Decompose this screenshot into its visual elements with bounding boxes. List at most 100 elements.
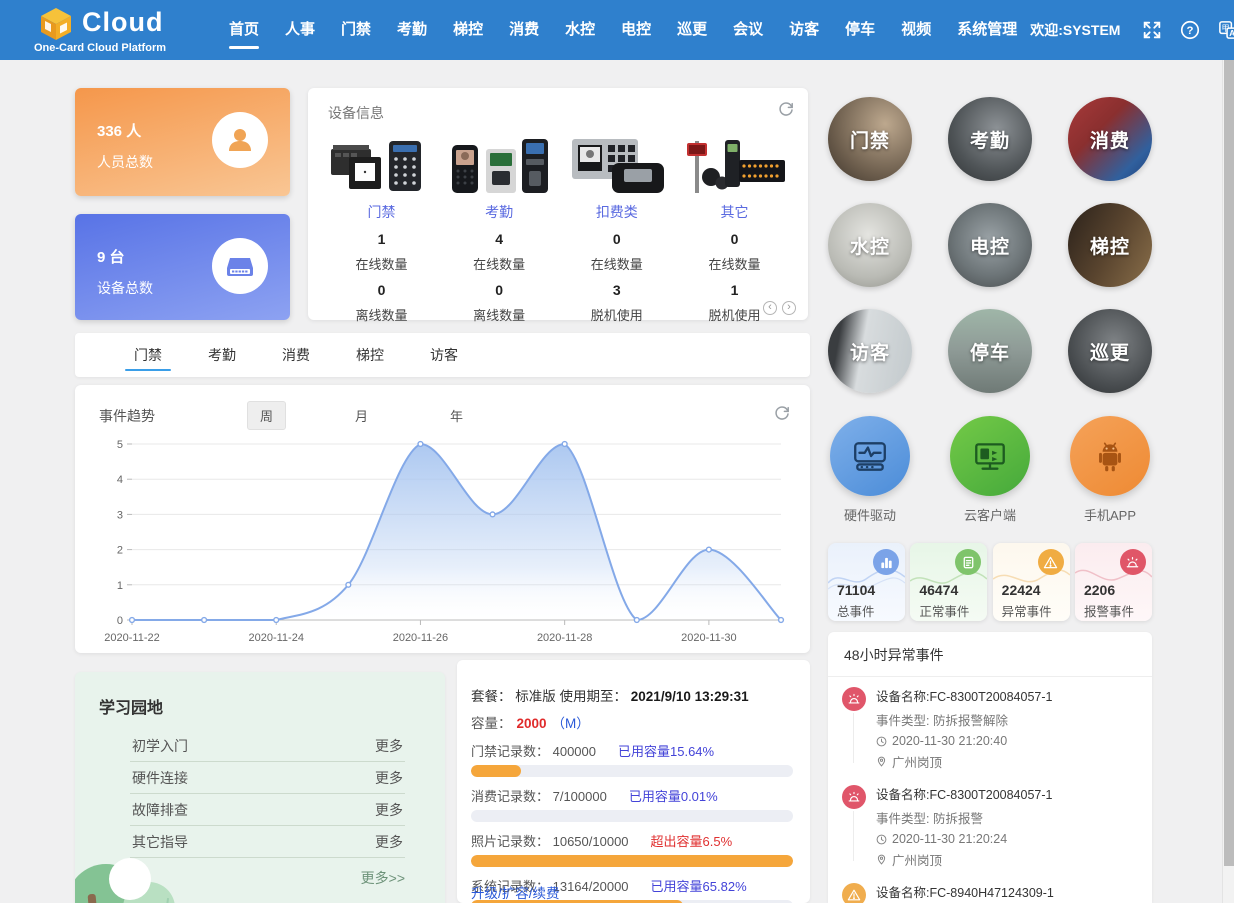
tool-mobile-app[interactable]: 手机APP xyxy=(1068,416,1152,524)
device-info-panel: 设备信息 xyxy=(308,88,808,320)
warning-icon xyxy=(1038,549,1064,575)
svg-text:2020-11-30: 2020-11-30 xyxy=(681,632,736,644)
device-category-name[interactable]: 其它 xyxy=(677,202,792,222)
quota-status: 已用容量15.64% xyxy=(618,741,714,760)
range-week-button[interactable]: 周 xyxy=(247,401,286,430)
device-online-label: 在线数量 xyxy=(677,254,792,273)
device-online-count: 1 xyxy=(324,231,439,247)
learning-more-link[interactable]: 更多 xyxy=(375,736,403,756)
event-type: 事件类型: 防拆报警 xyxy=(876,808,1142,827)
quick-app-water[interactable]: 水控 xyxy=(828,203,912,287)
nav-item-parking[interactable]: 停车 xyxy=(832,0,888,60)
nav-item-attendance[interactable]: 考勤 xyxy=(384,0,440,60)
range-month-button[interactable]: 月 xyxy=(342,401,381,430)
alarm-event-icon xyxy=(842,687,866,711)
learning-more-link[interactable]: 更多 xyxy=(375,800,403,820)
svg-text:2020-11-28: 2020-11-28 xyxy=(537,632,592,644)
learning-more-link[interactable]: 更多 xyxy=(375,832,403,852)
device-carousel-controls: ‹ › xyxy=(763,301,796,315)
refresh-icon[interactable] xyxy=(778,101,794,122)
stat-value: 2206 xyxy=(1084,582,1115,598)
clock-icon xyxy=(876,834,887,845)
device-offline-count: 0 xyxy=(442,282,557,298)
tab-attendance[interactable]: 考勤 xyxy=(185,333,259,377)
package-capacity-value: 2000 xyxy=(517,716,547,731)
quota-progress-fill xyxy=(471,855,793,867)
nav-item-elevator[interactable]: 梯控 xyxy=(440,0,496,60)
quota-name: 门禁记录数： 400000 xyxy=(471,741,596,760)
help-icon[interactable]: ? xyxy=(1178,18,1202,42)
device-online-label: 在线数量 xyxy=(559,254,674,273)
stat-alarm-events[interactable]: 2206 报警事件 xyxy=(1075,543,1152,621)
quota-progress-fill xyxy=(471,765,521,777)
package-panel: 套餐： 标准版 使用期至： 2021/9/10 13:29:31 容量：2000… xyxy=(457,660,810,903)
refresh-icon[interactable] xyxy=(774,405,790,426)
device-category-name[interactable]: 考勤 xyxy=(442,202,557,222)
cube-logo-icon xyxy=(38,6,74,47)
quick-app-visitor[interactable]: 访客 xyxy=(828,309,912,393)
tab-visitor[interactable]: 访客 xyxy=(407,333,481,377)
stat-value: 22424 xyxy=(1002,582,1041,598)
event-item: 设备名称:FC-8300T20084057-1 事件类型: 防拆报警 2020-… xyxy=(828,775,1152,873)
quota-progressbar xyxy=(471,855,793,867)
location-pin-icon xyxy=(876,756,887,767)
nav-item-access[interactable]: 门禁 xyxy=(328,0,384,60)
learning-topic[interactable]: 初学入门 xyxy=(132,736,188,756)
device-category-name[interactable]: 扣费类 xyxy=(559,202,674,222)
svg-text:A: A xyxy=(1229,28,1234,37)
learning-topic[interactable]: 硬件连接 xyxy=(132,768,188,788)
fullscreen-icon[interactable] xyxy=(1140,18,1164,42)
quick-app-elevator[interactable]: 梯控 xyxy=(1068,203,1152,287)
quick-app-consume[interactable]: 消费 xyxy=(1068,97,1152,181)
carousel-prev-icon[interactable]: ‹ xyxy=(763,301,777,315)
learning-title: 学习园地 xyxy=(75,672,445,718)
package-expiry: 2021/9/10 13:29:31 xyxy=(631,689,749,704)
nav-item-patrol[interactable]: 巡更 xyxy=(664,0,720,60)
nav-item-consume[interactable]: 消费 xyxy=(496,0,552,60)
nav-item-electric[interactable]: 电控 xyxy=(608,0,664,60)
tab-elevator[interactable]: 梯控 xyxy=(333,333,407,377)
range-year-button[interactable]: 年 xyxy=(437,401,476,430)
device-total-label: 设备总数 xyxy=(97,278,153,298)
upgrade-link[interactable]: 升级/扩容/续费 xyxy=(471,885,560,903)
tab-consume[interactable]: 消费 xyxy=(259,333,333,377)
nav-item-home[interactable]: 首页 xyxy=(216,0,272,60)
device-offline-count: 3 xyxy=(559,282,674,298)
stat-abnormal-events[interactable]: 22424 异常事件 xyxy=(993,543,1070,621)
quick-app-electric[interactable]: 电控 xyxy=(948,203,1032,287)
device-category-name[interactable]: 门禁 xyxy=(324,202,439,222)
tool-hardware-driver[interactable]: 硬件驱动 xyxy=(828,416,912,524)
tool-cloud-client[interactable]: 云客户端 xyxy=(948,416,1032,524)
quick-app-access[interactable]: 门禁 xyxy=(828,97,912,181)
quick-app-attendance[interactable]: 考勤 xyxy=(948,97,1032,181)
learning-topic[interactable]: 故障排查 xyxy=(132,800,188,820)
nav-item-video[interactable]: 视频 xyxy=(888,0,944,60)
device-icon xyxy=(212,238,268,294)
quota-status: 已用容量0.01% xyxy=(629,786,718,805)
tool-app-grid: 硬件驱动 云客户端 xyxy=(828,416,1152,524)
nav-item-system[interactable]: 系统管理 xyxy=(944,0,1030,60)
top-navbar: Cloud One-Card Cloud Platform 首页 人事 门禁 考… xyxy=(0,0,1234,60)
warning-event-icon xyxy=(842,883,866,903)
tab-access[interactable]: 门禁 xyxy=(111,333,185,377)
learning-topic[interactable]: 其它指导 xyxy=(132,832,188,852)
nav-item-personnel[interactable]: 人事 xyxy=(272,0,328,60)
quota-name: 消费记录数： 7/100000 xyxy=(471,786,607,805)
quota-row-label: 消费记录数： 7/100000 已用容量0.01% xyxy=(471,786,794,805)
device-image-attendance xyxy=(442,131,557,197)
stat-total-events[interactable]: 71104 总事件 xyxy=(828,543,905,621)
stat-normal-events[interactable]: 46474 正常事件 xyxy=(910,543,987,621)
learning-more-link[interactable]: 更多 xyxy=(375,768,403,788)
nav-item-water[interactable]: 水控 xyxy=(552,0,608,60)
quick-app-parking[interactable]: 停车 xyxy=(948,309,1032,393)
person-icon xyxy=(212,112,268,168)
learning-more-all-link[interactable]: 更多>> xyxy=(75,868,405,888)
nav-item-visitor[interactable]: 访客 xyxy=(776,0,832,60)
translate-icon[interactable]: 甲 A xyxy=(1216,18,1234,42)
scrollbar-thumb[interactable] xyxy=(1224,60,1234,866)
event-device: 设备名称:FC-8940H47124309-1 xyxy=(876,882,1142,901)
learning-row: 硬件连接 更多 xyxy=(130,762,405,794)
carousel-next-icon[interactable]: › xyxy=(782,301,796,315)
nav-item-meeting[interactable]: 会议 xyxy=(720,0,776,60)
quick-app-patrol[interactable]: 巡更 xyxy=(1068,309,1152,393)
